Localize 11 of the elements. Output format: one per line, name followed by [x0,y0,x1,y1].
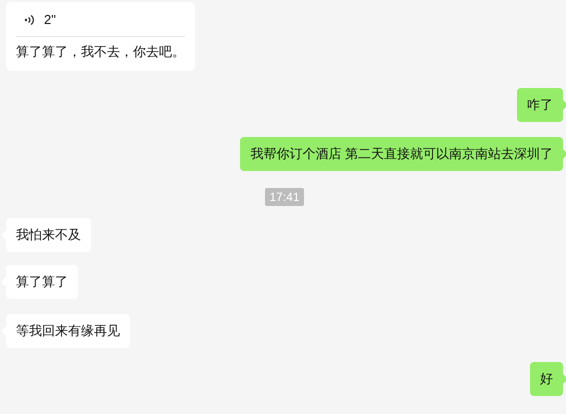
voice-duration: 2" [44,11,56,29]
message-text: 等我回来有缘再见 [16,322,120,338]
message-text: 好 [540,370,553,386]
message-text: 我帮你订个酒店 第二天直接就可以南京南站去深圳了 [250,146,553,160]
voice-wave-icon [24,14,34,26]
message-text: 咋了 [527,96,553,112]
message-text: 我怕来不及 [16,226,81,242]
voice-transcript: 算了算了，我不去，你去吧。 [16,42,185,60]
message-text: 算了算了 [16,274,68,288]
voice-message-bubble[interactable]: 2" 算了算了，我不去，你去吧。 [6,2,195,70]
timestamp: 17:41 [265,188,304,206]
